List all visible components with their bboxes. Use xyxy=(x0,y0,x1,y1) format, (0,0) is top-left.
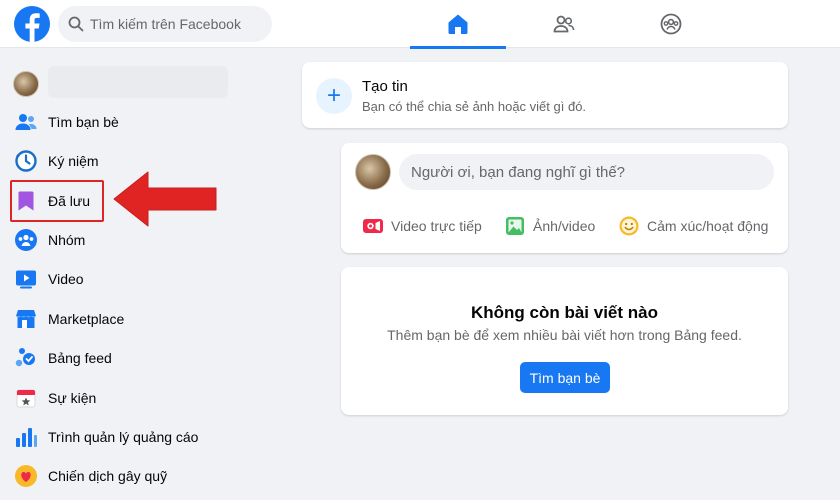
photo-video-button[interactable]: Ảnh/video xyxy=(503,211,595,241)
live-video-label: Video trực tiếp xyxy=(391,218,482,234)
top-navigation-bar xyxy=(0,0,840,49)
tab-groups[interactable] xyxy=(623,0,719,48)
tab-friends[interactable] xyxy=(516,0,612,48)
sidebar-item-label: Nhóm xyxy=(48,232,86,248)
find-friends-button[interactable]: Tìm bạn bè xyxy=(520,362,610,393)
sidebar-item-find-friends[interactable]: Tìm bạn bè xyxy=(8,104,228,140)
home-icon xyxy=(448,14,468,34)
profile-avatar-container xyxy=(12,70,40,98)
empty-feed-card: Không còn bài viết nào Thêm bạn bè để xe… xyxy=(341,267,788,415)
photo-icon xyxy=(503,214,527,238)
create-story-card[interactable]: + Tạo tin Bạn có thể chia sẻ ảnh hoặc vi… xyxy=(302,62,788,128)
groups-icon xyxy=(660,13,682,35)
sidebar-item-feed[interactable]: Bảng feed xyxy=(8,340,228,376)
saved-highlight-box xyxy=(10,180,104,222)
avatar xyxy=(13,71,39,97)
events-calendar-icon xyxy=(12,384,40,412)
empty-feed-title: Không còn bài viết nào xyxy=(470,303,658,322)
sidebar-item-label: Video xyxy=(48,271,84,287)
video-icon xyxy=(12,265,40,293)
avatar[interactable] xyxy=(355,154,391,190)
sidebar-item-label: Bảng feed xyxy=(48,350,112,366)
story-title: Tạo tin xyxy=(362,78,408,95)
tab-home[interactable] xyxy=(410,0,506,49)
sidebar-item-fundraisers[interactable]: Chiến dịch gây quỹ xyxy=(8,458,228,494)
sidebar-item-marketplace[interactable]: Marketplace xyxy=(8,301,228,337)
photo-video-label: Ảnh/video xyxy=(533,218,596,234)
live-video-button[interactable]: Video trực tiếp xyxy=(361,211,482,241)
feeling-activity-button[interactable]: Cảm xúc/hoạt động xyxy=(617,211,768,241)
sidebar-item-label: Sự kiện xyxy=(48,390,97,406)
sidebar-item-ads-manager[interactable]: Trình quản lý quảng cáo xyxy=(8,419,228,455)
friends-icon xyxy=(553,15,575,33)
sidebar-item-label: Marketplace xyxy=(48,311,125,327)
search-input[interactable] xyxy=(90,16,270,32)
plus-icon[interactable]: + xyxy=(316,78,352,114)
groups-icon xyxy=(12,226,40,254)
sidebar-item-events[interactable]: Sự kiện xyxy=(8,380,228,416)
profile-name-redacted xyxy=(48,66,228,98)
sidebar-item-label: Ký niệm xyxy=(48,153,99,169)
post-composer-input[interactable] xyxy=(399,154,774,190)
sidebar-item-label: Chiến dịch gây quỹ xyxy=(48,468,168,484)
memories-clock-icon xyxy=(12,147,40,175)
facebook-logo-icon[interactable] xyxy=(14,6,50,42)
red-arrow-icon xyxy=(113,171,217,227)
feed-icon xyxy=(12,344,40,372)
sidebar-item-label: Tìm bạn bè xyxy=(48,114,119,130)
live-video-icon xyxy=(361,214,385,238)
marketplace-icon xyxy=(12,305,40,333)
empty-feed-subtitle: Thêm bạn bè để xem nhiều bài viết hơn tr… xyxy=(387,327,742,343)
sidebar-item-label: Trình quản lý quảng cáo xyxy=(48,429,199,445)
smiley-icon xyxy=(617,214,641,238)
fundraiser-heart-icon xyxy=(12,462,40,490)
ads-manager-icon xyxy=(12,423,40,451)
friends-icon xyxy=(12,108,40,136)
post-composer-card: Video trực tiếp Ảnh/video Cảm xúc/hoạt đ… xyxy=(341,143,788,253)
feeling-activity-label: Cảm xúc/hoạt động xyxy=(647,218,769,234)
search-icon xyxy=(68,16,84,32)
story-subtitle: Bạn có thể chia sẻ ảnh hoặc viết gì đó. xyxy=(362,99,587,114)
sidebar-item-video[interactable]: Video xyxy=(8,261,228,297)
search-bar[interactable] xyxy=(58,6,272,42)
